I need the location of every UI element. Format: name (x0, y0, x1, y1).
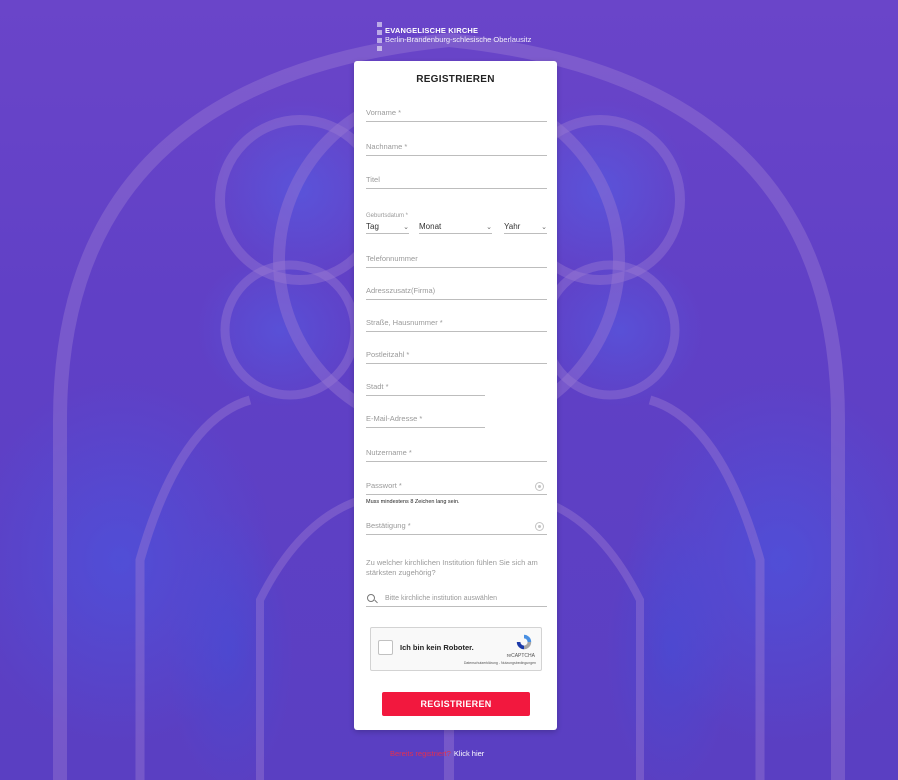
passwort-placeholder: Passwort * (366, 481, 402, 490)
recaptcha-checkbox[interactable] (378, 640, 393, 655)
email-field[interactable]: E-Mail-Adresse * (366, 410, 485, 428)
telefon-placeholder: Telefonnummer (366, 254, 418, 263)
birthdate-year-select[interactable]: Yahr ⌄ (504, 220, 547, 234)
strasse-placeholder: Straße, Hausnummer * (366, 318, 443, 327)
login-link[interactable]: Klick hier (454, 749, 484, 758)
eye-icon[interactable] (535, 522, 544, 531)
search-icon (366, 593, 378, 605)
chevron-down-icon: ⌄ (541, 223, 547, 231)
chevron-down-icon: ⌄ (403, 223, 409, 231)
month-value: Monat (419, 222, 442, 231)
day-value: Tag (366, 222, 379, 231)
chevron-down-icon: ⌄ (486, 223, 492, 231)
titel-placeholder: Titel (366, 175, 380, 184)
logo-mark-icon (377, 20, 382, 51)
bestaetigung-field[interactable]: Bestätigung * (366, 517, 547, 535)
vorname-field[interactable]: Vorname * (366, 104, 547, 122)
year-value: Yahr (504, 222, 521, 231)
institution-question: Zu welcher kirchlichen Institution fühle… (366, 558, 538, 577)
logo-subtitle: Berlin-Brandenburg-schlesische Oberlausi… (385, 35, 532, 44)
vorname-placeholder: Vorname * (366, 108, 402, 117)
recaptcha-widget: Ich bin kein Roboter. reCAPTCHA Datensch… (370, 627, 542, 671)
email-placeholder: E-Mail-Adresse * (366, 414, 423, 423)
bestaetigung-placeholder: Bestätigung * (366, 521, 411, 530)
registration-card: REGISTRIEREN Vorname * Nachname * Titel … (354, 61, 557, 730)
login-prompt: Bereits registriert? Klick hier (390, 749, 484, 758)
nutzername-field[interactable]: Nutzername * (366, 444, 547, 462)
church-logo[interactable]: EVANGELISCHE KIRCHE Berlin-Brandenburg-s… (377, 20, 531, 51)
recaptcha-brand: reCAPTCHA (506, 653, 535, 659)
titel-field[interactable]: Titel (366, 171, 547, 189)
eye-icon[interactable] (535, 482, 544, 491)
recaptcha-links[interactable]: Datenschutzerklärung - Nutzungsbedingung… (464, 661, 536, 665)
birthdate-label: Geburtsdatum * (366, 213, 409, 219)
already-registered-text: Bereits registriert? (390, 749, 451, 758)
plz-placeholder: Postleitzahl * (366, 350, 410, 359)
recaptcha-icon (516, 634, 532, 650)
register-button[interactable]: REGISTRIEREN (382, 692, 530, 716)
form-title: REGISTRIEREN (416, 74, 495, 85)
stadt-field[interactable]: Stadt * (366, 378, 485, 396)
stadt-placeholder: Stadt * (366, 382, 389, 391)
recaptcha-label: Ich bin kein Roboter. (400, 643, 474, 652)
telefon-field[interactable]: Telefonnummer (366, 250, 547, 268)
passwort-field[interactable]: Passwort * (366, 477, 547, 495)
nutzername-placeholder: Nutzername * (366, 448, 412, 457)
strasse-field[interactable]: Straße, Hausnummer * (366, 314, 547, 332)
plz-field[interactable]: Postleitzahl * (366, 346, 547, 364)
password-hint: Muss mindestens 8 Zeichen lang sein. (366, 499, 460, 505)
adresszusatz-placeholder: Adresszusatz(Firma) (366, 286, 436, 295)
nachname-field[interactable]: Nachname * (366, 138, 547, 156)
institution-placeholder: Bitte kirchliche institution auswählen (385, 595, 498, 602)
institution-search-input[interactable]: Bitte kirchliche institution auswählen (366, 591, 547, 607)
adresszusatz-field[interactable]: Adresszusatz(Firma) (366, 282, 547, 300)
birthdate-month-select[interactable]: Monat ⌄ (419, 220, 492, 234)
birthdate-day-select[interactable]: Tag ⌄ (366, 220, 409, 234)
nachname-placeholder: Nachname * (366, 142, 408, 151)
logo-title: EVANGELISCHE KIRCHE (385, 26, 479, 35)
